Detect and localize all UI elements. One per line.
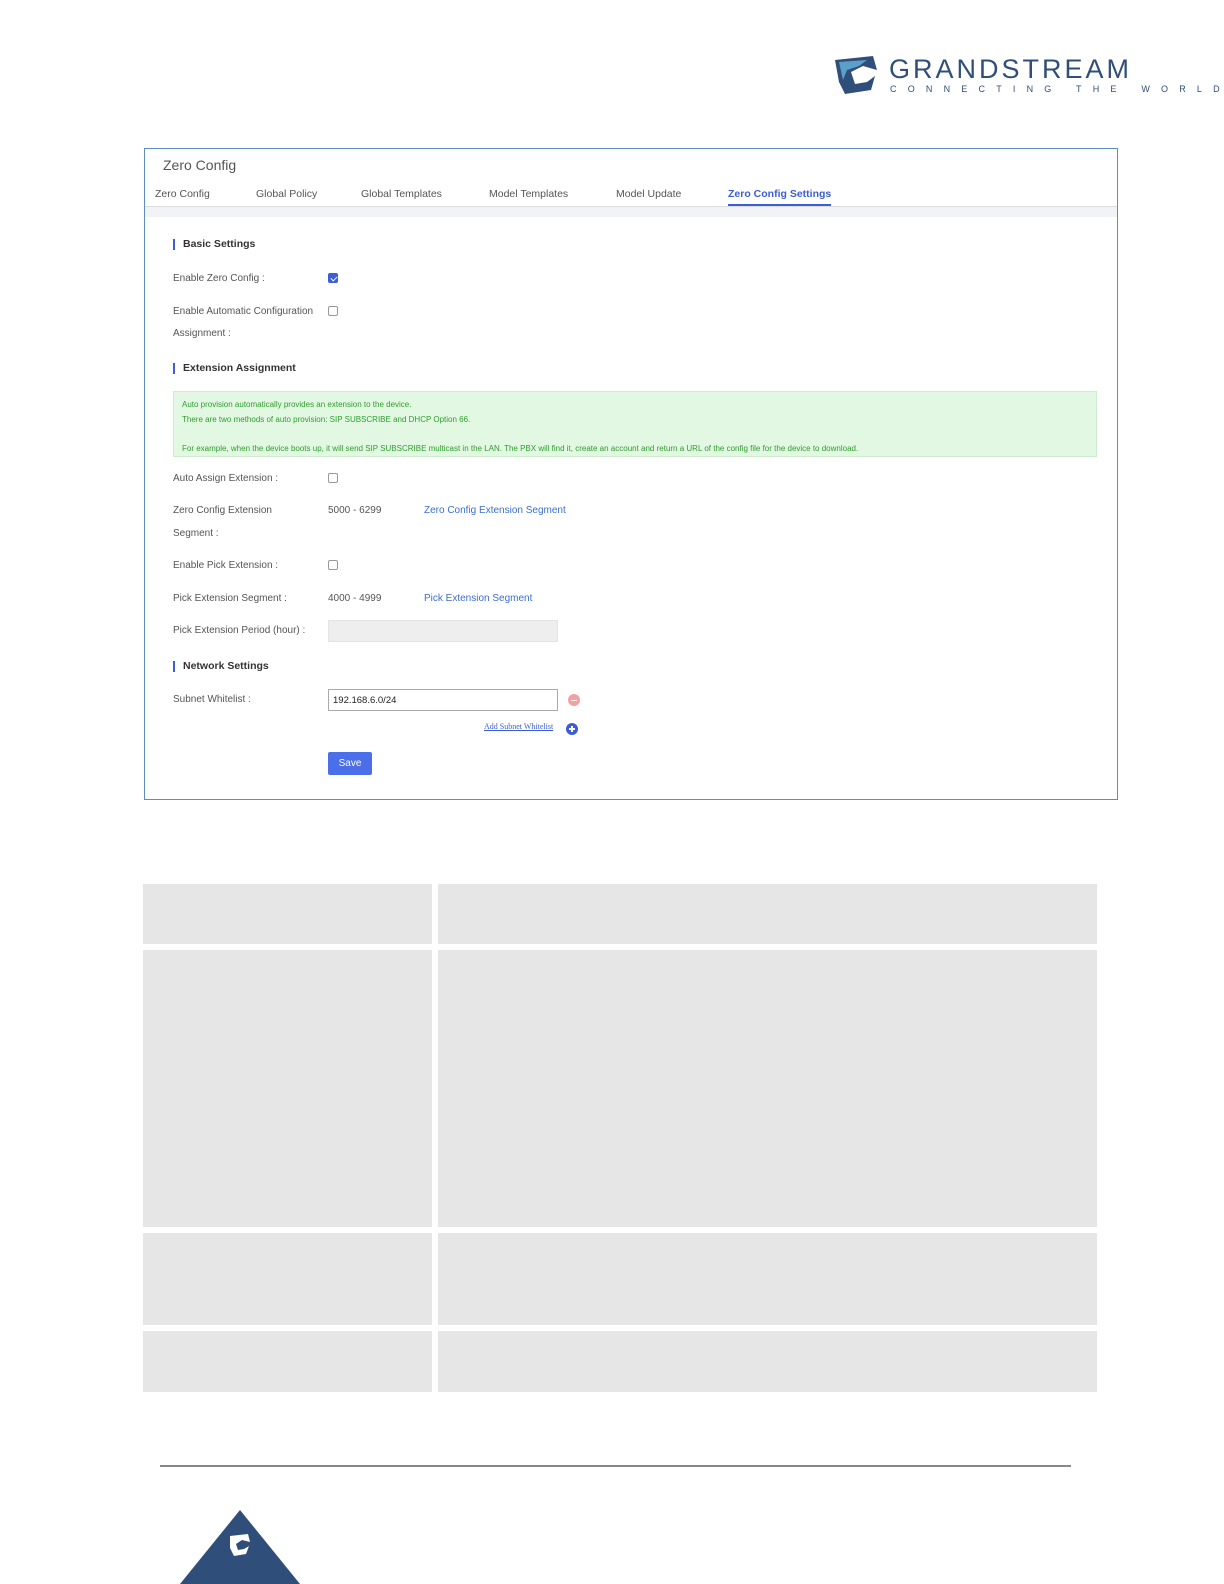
enable-auto-config-checkbox[interactable] [328, 306, 338, 316]
pick-period-input [328, 620, 558, 642]
subnet-whitelist-label: Subnet Whitelist : [173, 694, 251, 705]
brand-tagline: CONNECTING THE WORLD [890, 84, 1224, 94]
pick-period-label: Pick Extension Period (hour) : [173, 625, 306, 636]
pick-segment-label: Pick Extension Segment : [173, 593, 287, 604]
table-cell [438, 950, 1097, 1227]
segment-label-cont: Segment : [173, 528, 219, 539]
remove-circle-icon[interactable] [568, 694, 580, 706]
basic-settings-heading: Basic Settings [173, 239, 255, 250]
auto-assign-checkbox[interactable] [328, 473, 338, 483]
table-cell [438, 1331, 1097, 1392]
zero-config-panel: Zero Config Zero Config Global Policy Gl… [144, 148, 1118, 800]
zero-config-segment-link[interactable]: Zero Config Extension Segment [424, 505, 566, 516]
info-line: For example, when the device boots up, i… [182, 443, 859, 453]
table-cell [438, 884, 1097, 944]
save-button[interactable]: Save [328, 752, 372, 775]
table-cell [143, 1331, 432, 1392]
content-top-strip [145, 207, 1117, 217]
table-cell [143, 950, 432, 1227]
grandstream-logo: GRANDSTREAM CONNECTING THE WORLD [833, 54, 1220, 98]
pick-segment-value: 4000 - 4999 [328, 593, 382, 604]
footer-logo-icon [180, 1510, 300, 1584]
enable-pick-checkbox[interactable] [328, 560, 338, 570]
tab-model-update[interactable]: Model Update [616, 188, 681, 200]
info-line: Auto provision automatically provides an… [182, 400, 412, 409]
info-box: Auto provision automatically provides an… [173, 391, 1097, 457]
info-line: There are two methods of auto provision:… [182, 414, 471, 424]
segment-label: Zero Config Extension [173, 505, 272, 516]
enable-auto-config-label: Enable Automatic Configuration [173, 306, 314, 317]
subnet-whitelist-input[interactable]: 192.168.6.0/24 [328, 689, 558, 711]
grandstream-logo-icon [835, 56, 877, 94]
tab-bar: Zero Config Global Policy Global Templat… [155, 188, 1117, 206]
enable-pick-label: Enable Pick Extension : [173, 560, 279, 571]
page-title: Zero Config [163, 157, 237, 173]
tab-zero-config-settings[interactable]: Zero Config Settings [728, 188, 832, 206]
network-settings-heading: Network Settings [173, 661, 269, 672]
extension-assignment-heading: Extension Assignment [173, 363, 296, 374]
table-cell [143, 884, 432, 944]
tab-model-templates[interactable]: Model Templates [489, 188, 568, 200]
tab-global-policy[interactable]: Global Policy [256, 188, 317, 200]
enable-zero-config-label: Enable Zero Config : [173, 273, 265, 284]
pick-segment-link[interactable]: Pick Extension Segment [424, 593, 532, 604]
auto-assign-label: Auto Assign Extension : [173, 473, 279, 484]
enable-zero-config-checkbox[interactable] [328, 273, 338, 283]
enable-auto-config-label-cont: Assignment : [173, 328, 231, 339]
footer-divider [160, 1465, 1071, 1467]
table-cell [438, 1233, 1097, 1325]
add-circle-icon[interactable] [566, 723, 578, 735]
add-subnet-whitelist-link[interactable]: Add Subnet Whitelist [484, 722, 553, 731]
tab-global-templates[interactable]: Global Templates [361, 188, 442, 200]
table-cell [143, 1233, 432, 1325]
info-line [182, 427, 1088, 442]
brand-name: GRANDSTREAM [889, 54, 1133, 84]
tab-zero-config[interactable]: Zero Config [155, 188, 210, 200]
segment-value: 5000 - 6299 [328, 505, 382, 516]
